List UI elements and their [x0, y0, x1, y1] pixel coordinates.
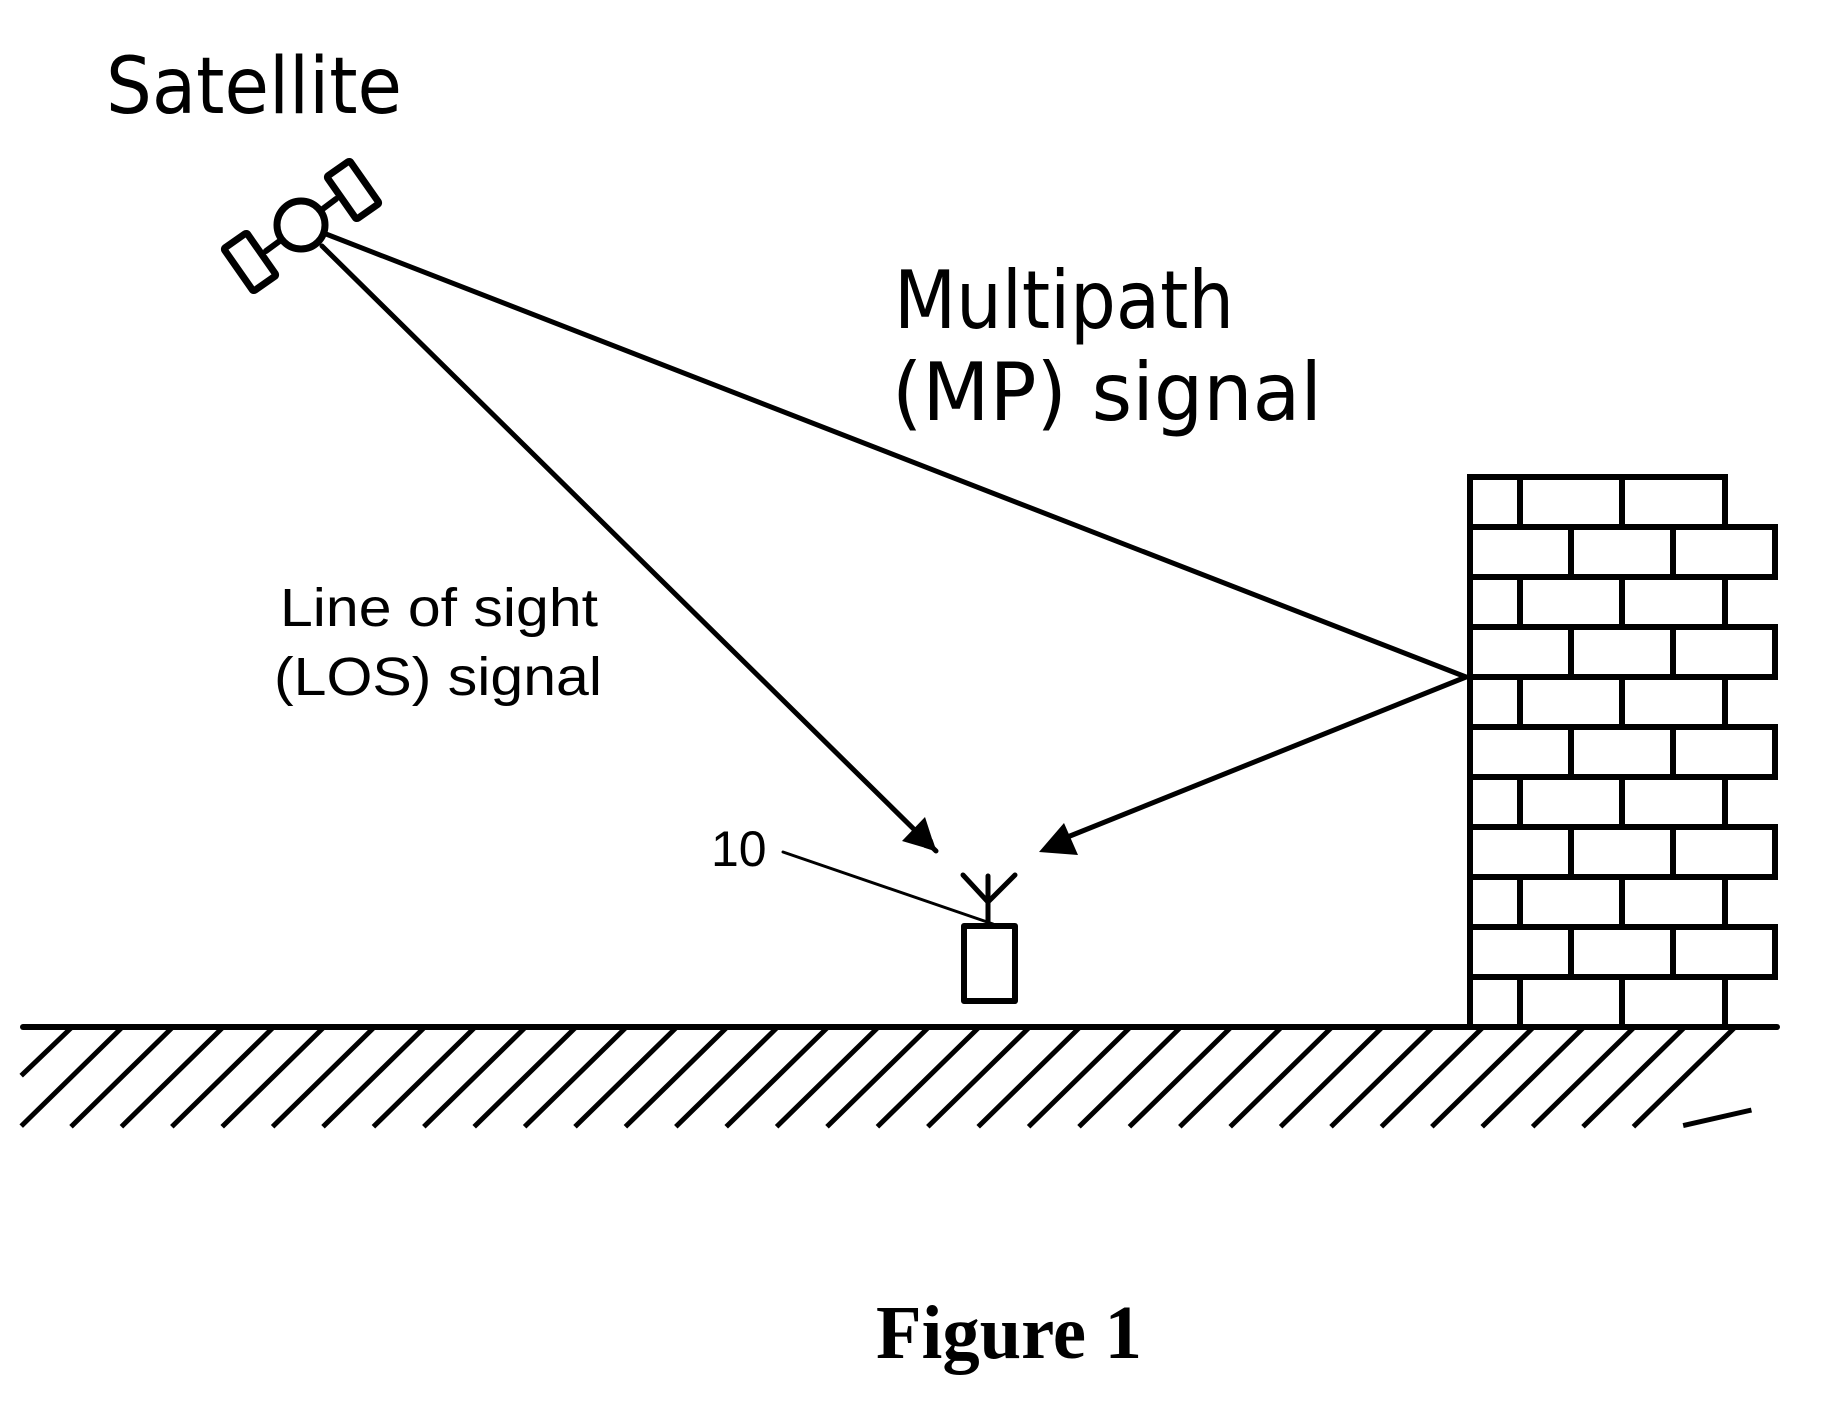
ground-hatch-line	[674, 1025, 780, 1129]
ground-hatch-line	[220, 1025, 326, 1129]
brick-wall-icon	[1467, 474, 1778, 1030]
ground-hatch-line	[69, 1025, 175, 1129]
ground-hatch-line	[976, 1025, 1082, 1129]
multipath-diagram: Satellite Multipath (MP) signal Line of …	[19, 42, 1780, 1375]
ground-hatch-line	[1278, 1025, 1384, 1129]
ground-hatch-line	[472, 1025, 578, 1129]
satellite-panel-upper	[323, 157, 383, 223]
ground-hatch-line	[371, 1025, 477, 1129]
ground-hatch-line	[1682, 1107, 1752, 1128]
ground-hatch-line	[270, 1025, 376, 1129]
mp-arrowhead	[1039, 823, 1078, 855]
ground-hatch-line	[1581, 1025, 1687, 1129]
multipath-label-line1: Multipath	[894, 254, 1234, 347]
ground-hatch-line	[1530, 1025, 1636, 1129]
receiver-reference-numeral: 10	[711, 821, 767, 877]
multipath-label-line2: (MP) signal	[892, 346, 1322, 439]
satellite-body	[273, 197, 329, 253]
antenna-prong-right	[985, 872, 1018, 905]
ground-hatch-line	[1379, 1025, 1485, 1129]
satellite-arm-lower	[263, 237, 284, 254]
ground-hatch-line	[774, 1025, 880, 1129]
ground-hatch-line	[1430, 1025, 1536, 1129]
satellite-arm-upper	[317, 196, 339, 214]
ground-hatch-line	[926, 1025, 1032, 1129]
satellite-panel-lower	[220, 229, 280, 295]
antenna-prong-left	[960, 872, 991, 905]
los-label-line2: (LOS) signal	[274, 647, 602, 707]
ground-hatch-line	[1329, 1025, 1435, 1129]
los-signal-arrow	[319, 243, 939, 854]
ground-hatch-line	[1631, 1025, 1737, 1129]
ground-hatch-line	[19, 1025, 124, 1128]
ground-hatch-line	[1026, 1025, 1132, 1129]
ground-hatch-line	[1127, 1025, 1233, 1129]
ground-hatch-line	[1480, 1025, 1586, 1129]
mp-reflected-signal-arrow	[1057, 674, 1469, 843]
ground-hatch-line	[1178, 1025, 1284, 1129]
ground-hatch-line	[573, 1025, 679, 1129]
reference-leader-line	[781, 850, 995, 926]
los-label-line1: Line of sight	[280, 578, 598, 638]
receiver-body	[961, 923, 1018, 1004]
ground-hatch-line	[623, 1025, 729, 1129]
satellite-icon	[220, 157, 383, 295]
hatched-ground-icon	[19, 1025, 1752, 1129]
ground-hatch-line	[119, 1025, 225, 1129]
figure-caption: Figure 1	[876, 1291, 1142, 1375]
ground-hatch-line	[422, 1025, 528, 1129]
ground-hatch-line	[825, 1025, 931, 1129]
ground-hatch-line	[1228, 1025, 1334, 1129]
ground-hatch-line	[170, 1025, 276, 1129]
ground-hatch-line	[724, 1025, 830, 1129]
ground-hatch-line	[19, 1025, 74, 1078]
ground-hatch-line	[875, 1025, 981, 1129]
ground-hatch-line	[522, 1025, 628, 1129]
antenna-receiver-icon	[960, 872, 1018, 1004]
satellite-label: Satellite	[106, 42, 402, 132]
ground-hatch-line	[321, 1025, 427, 1129]
ground-hatch-line	[1077, 1025, 1183, 1129]
